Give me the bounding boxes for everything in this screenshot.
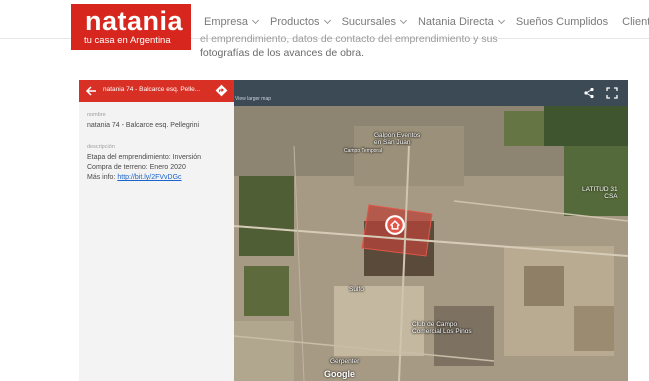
intro-line-2: fotografías de los avances de obra. [200, 47, 365, 59]
directions-icon[interactable] [215, 84, 228, 97]
satellite-map[interactable]: Galpón Eventos en San Juan Campo Tempora… [234, 106, 628, 381]
description-label: descripción [87, 144, 115, 150]
chevron-down-icon [497, 16, 505, 25]
map-label-galpon: Galpón Eventos en San Juan [374, 132, 421, 146]
chevron-down-icon [251, 16, 260, 25]
nav-item-natania-directa[interactable]: Natania Directa [418, 16, 510, 28]
name-label: nombre [87, 112, 106, 118]
map-label-latitude: LATITUD 31 CSA [582, 186, 618, 200]
satellite-imagery [234, 106, 628, 381]
map-label-campus: Campo Temporal [344, 148, 382, 154]
map-title-bar: natania 74 - Balcarce esq. Pelle... [79, 80, 234, 102]
more-info-prefix: Más info: [87, 174, 118, 181]
chevron-down-icon [399, 16, 408, 25]
nav-item-empresa[interactable]: Empresa [204, 16, 264, 28]
description-line-3: Más info: http://bit.ly/2FVvDGc [87, 174, 182, 181]
nav-label: Productos [270, 16, 320, 28]
chevron-down-icon [323, 16, 331, 25]
brand-name: natania [85, 6, 184, 36]
description-line-2: Compra de terreno: Enero 2020 [87, 164, 186, 171]
map-embed: View larger map natania 74 - Balcarce es… [79, 80, 628, 381]
name-value: natania 74 - Balcarce esq. Pellegrini [87, 122, 200, 129]
intro-text: el emprendimiento, datos de contacto del… [200, 32, 498, 60]
nav-label: Natania Directa [417, 16, 494, 28]
map-title: natania 74 - Balcarce esq. Pelle... [103, 86, 201, 93]
more-info-link[interactable]: http://bit.ly/2FVvDGc [117, 174, 181, 181]
nav-label: Sucursales [341, 16, 396, 28]
nav-item-suenos-cumplidos[interactable]: Sueños Cumplidos [516, 16, 608, 28]
map-label-sulfo: Sulfo [349, 286, 364, 293]
view-larger-link[interactable]: View larger map [235, 96, 271, 102]
nav-label: Sueños Cumplidos [515, 16, 609, 28]
map-label-club: Club de Campo Comercial Los Pinos [412, 321, 472, 335]
place-info-panel: nombre natania 74 - Balcarce esq. Pelleg… [79, 102, 234, 381]
back-arrow-icon[interactable] [85, 85, 97, 97]
brand-tagline: tu casa en Argentina [84, 35, 171, 46]
nav-item-sucursales[interactable]: Sucursales [342, 16, 412, 28]
nav-label: Clientes [622, 16, 649, 28]
map-label-gerpenter: Gerpenter [330, 358, 360, 365]
google-logo: Google [324, 369, 355, 379]
intro-line-1: el emprendimiento, datos de contacto del… [200, 33, 498, 45]
main-nav: Empresa Productos Sucursales Natania Dir… [204, 16, 649, 28]
home-marker-icon[interactable] [384, 214, 406, 236]
share-icon[interactable] [583, 87, 595, 99]
fullscreen-icon[interactable] [606, 87, 618, 99]
nav-label: Empresa [204, 16, 249, 28]
nav-item-productos[interactable]: Productos [270, 16, 336, 28]
brand-logo[interactable]: natania tu casa en Argentina [71, 4, 191, 50]
description-line-1: Etapa del emprendimiento: Inversión [87, 154, 202, 161]
nav-item-clientes[interactable]: Clientes [622, 16, 649, 28]
